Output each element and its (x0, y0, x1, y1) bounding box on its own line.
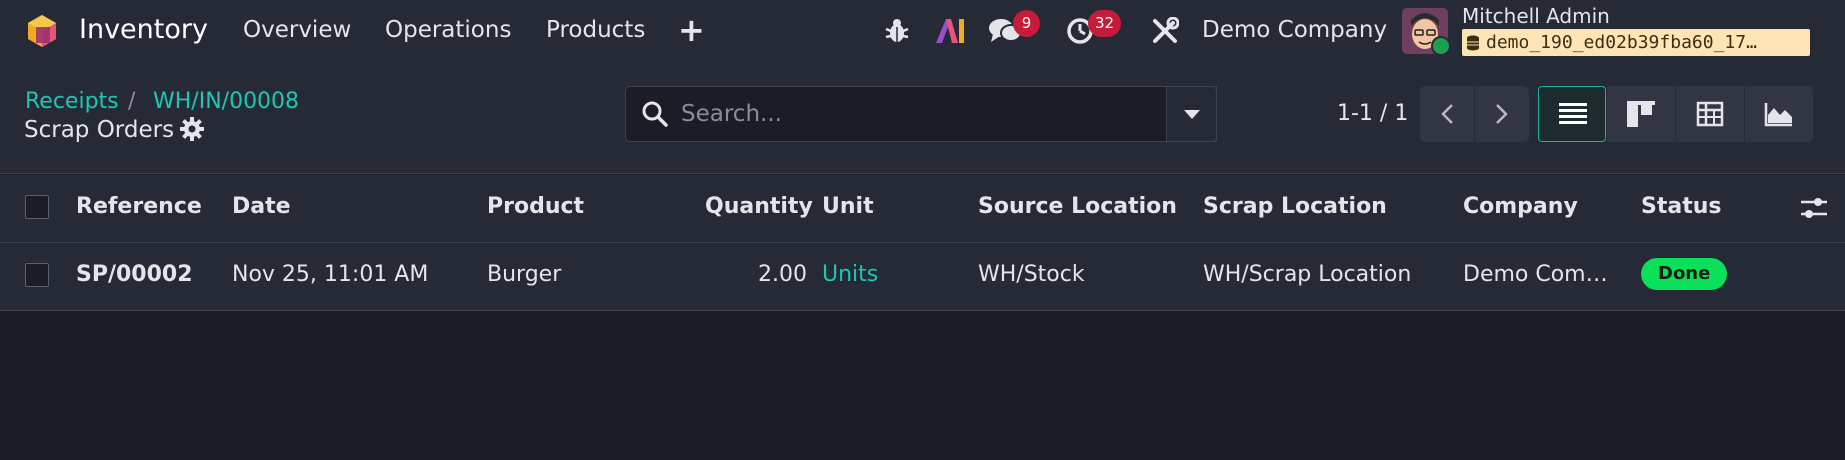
pager-previous-button[interactable] (1420, 86, 1474, 142)
chevron-right-icon (1496, 104, 1508, 124)
kanban-view-icon (1627, 101, 1655, 127)
column-header-scrap-location[interactable]: Scrap Location (1203, 194, 1387, 219)
menu-operations[interactable]: Operations (385, 17, 511, 43)
column-header-status[interactable]: Status (1641, 194, 1721, 219)
cell-company[interactable]: Demo Com… (1463, 262, 1608, 287)
pager-value[interactable]: 1-1 / 1 (1337, 101, 1408, 126)
breadcrumb-separator: / (128, 89, 136, 114)
graph-view-icon (1764, 103, 1792, 127)
page-title: Scrap Orders (24, 117, 175, 143)
search-options-toggle[interactable] (1166, 86, 1217, 142)
select-all-checkbox[interactable] (25, 195, 49, 219)
list-view-icon (1559, 103, 1587, 124)
company-switcher[interactable]: Demo Company (1202, 17, 1387, 43)
pivot-view-button[interactable] (1676, 86, 1744, 142)
cell-product[interactable]: Burger (487, 262, 561, 287)
column-header-product[interactable]: Product (487, 194, 584, 219)
column-header-date[interactable]: Date (232, 194, 291, 219)
messages-count-badge: 9 (1013, 10, 1040, 37)
bug-icon[interactable] (884, 17, 910, 45)
breadcrumb-record[interactable]: WH/IN/00008 (153, 89, 299, 114)
column-header-company[interactable]: Company (1463, 194, 1578, 219)
breadcrumb-receipts[interactable]: Receipts (25, 89, 119, 114)
activities-count-badge: 32 (1088, 10, 1122, 37)
ai-icon[interactable] (934, 17, 966, 45)
column-header-quantity[interactable]: Quantity (705, 194, 813, 219)
cell-scrap-location[interactable]: WH/Scrap Location (1203, 262, 1411, 287)
cell-reference[interactable]: SP/00002 (76, 262, 193, 287)
column-header-reference[interactable]: Reference (76, 194, 202, 219)
user-name[interactable]: Mitchell Admin (1462, 4, 1610, 28)
database-name: demo_190_ed02b39fba60_17… (1462, 29, 1810, 56)
pivot-view-icon (1696, 101, 1724, 127)
search-input[interactable] (681, 96, 1161, 132)
graph-view-button[interactable] (1745, 86, 1813, 142)
top-navbar: Inventory Overview Operations Products +… (0, 0, 1845, 62)
pager-next-button[interactable] (1475, 86, 1529, 142)
kanban-view-button[interactable] (1607, 86, 1675, 142)
cell-source-location[interactable]: WH/Stock (978, 262, 1085, 287)
chevron-left-icon (1441, 104, 1453, 124)
presence-status-icon (1431, 36, 1451, 56)
list-view-button[interactable] (1538, 86, 1606, 142)
menu-overview[interactable]: Overview (243, 17, 351, 43)
database-icon (1467, 35, 1479, 51)
row-checkbox[interactable] (25, 263, 49, 287)
column-header-unit[interactable]: Unit (822, 194, 874, 219)
gear-icon[interactable] (180, 117, 204, 141)
column-options-icon[interactable] (1801, 196, 1827, 220)
cell-quantity[interactable]: 2.00 (758, 262, 807, 287)
cell-date[interactable]: Nov 25, 11:01 AM (232, 262, 428, 287)
search-icon[interactable] (641, 100, 669, 128)
app-name[interactable]: Inventory (79, 14, 208, 45)
tools-icon[interactable] (1151, 17, 1179, 45)
odoo-logo-icon[interactable] (24, 13, 60, 49)
caret-down-icon (1184, 110, 1200, 119)
cell-unit[interactable]: Units (822, 262, 878, 287)
status-badge: Done (1641, 258, 1728, 290)
new-menu-button[interactable]: + (678, 11, 705, 49)
menu-products[interactable]: Products (546, 17, 645, 43)
column-header-source-location[interactable]: Source Location (978, 194, 1177, 219)
